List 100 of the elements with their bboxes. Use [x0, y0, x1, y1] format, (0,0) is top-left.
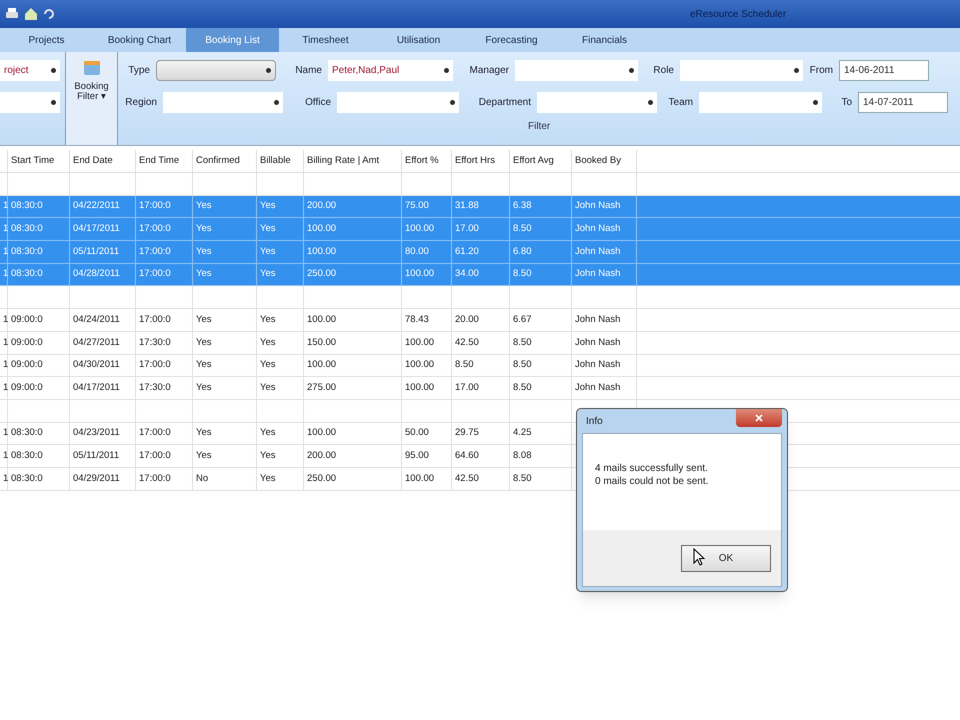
table-cell-text: 100.00	[405, 380, 434, 395]
table-cell-text: Yes	[196, 426, 212, 440]
table-cell-text: 1	[3, 199, 8, 214]
table-cell-text: 100.00	[307, 426, 336, 440]
table-cell: 100.00	[405, 222, 434, 236]
table-cell-text: 09:00:0	[11, 380, 43, 395]
field-label: Role	[652, 64, 675, 78]
dropdown-field[interactable]	[699, 92, 822, 113]
ribbon-tab[interactable]: Forecasting	[465, 28, 558, 52]
table-cell-text: 17:00:0	[139, 426, 171, 440]
column-header[interactable]: End Time	[139, 154, 180, 168]
group-label: Filter	[528, 120, 552, 134]
table-row[interactable]: 1 09:00:0 04/30/2011 17:00:0 Yes Yes 100.00 100.00 8.50 8.50 John Nash	[0, 354, 960, 378]
table-cell-text: 1	[3, 448, 8, 463]
table-cell-text: 04/22/2011	[73, 199, 120, 214]
column-header[interactable]: Start Time	[11, 154, 54, 168]
table-row[interactable]	[0, 286, 960, 310]
table-cell: 42.50	[455, 336, 479, 350]
table-cell-text: 8.50	[513, 380, 532, 395]
table-row[interactable]: 1 09:00:0 04/17/2011 17:30:0 Yes Yes 275.00 100.00 17.00 8.50 John Nash	[0, 377, 960, 400]
table-cell: 1	[3, 222, 8, 236]
table-cell-text: 100.00	[307, 244, 336, 259]
close-button[interactable]	[736, 409, 782, 427]
ribbon-tab[interactable]: Timesheet	[279, 28, 372, 52]
dropdown-field[interactable]	[0, 92, 60, 113]
table-cell-text: 04/17/2011	[73, 380, 120, 395]
dropdown-field[interactable]: Peter,Nad,Paul	[328, 60, 453, 81]
booking-filter-button[interactable]: Booking Filter ▾	[66, 52, 118, 145]
table-cell-text: 04/23/2011	[73, 426, 120, 440]
table-cell-text: 78.43	[405, 312, 429, 327]
table-cell-text: 1	[3, 244, 8, 259]
ok-button[interactable]: OK	[681, 544, 771, 572]
table-cell-text: 6.67	[513, 312, 532, 327]
table-row[interactable]: 1 09:00:0 04/27/2011 17:30:0 Yes Yes 150.00 100.00 42.50 8.50 John Nash	[0, 332, 960, 354]
table-cell: John Nash	[575, 336, 620, 350]
table-cell-text: 08:30:0	[11, 448, 43, 463]
table-cell: 09:00:0	[11, 336, 43, 350]
table-cell-text: Yes	[196, 312, 212, 327]
ribbon-tab[interactable]: Utilisation	[372, 28, 465, 52]
table-cell: Yes	[196, 222, 212, 236]
dropdown-field[interactable]: roject	[0, 60, 60, 81]
refresh-icon[interactable]	[42, 7, 56, 21]
table-cell: 04/29/2011	[73, 472, 120, 486]
dropdown-field[interactable]	[163, 92, 283, 113]
dropdown-field[interactable]	[156, 60, 276, 81]
column-header[interactable]: Booked By	[575, 154, 621, 168]
column-header[interactable]: Billing Rate | Amt	[307, 154, 380, 168]
printer-icon[interactable]	[4, 7, 20, 21]
dialog-message: 0 mails could not be sent.	[595, 475, 710, 488]
table-cell: 09:00:0	[11, 358, 43, 372]
table-cell: 8.50	[513, 472, 532, 486]
table-cell: John Nash	[575, 222, 620, 236]
table-cell-text: 275.00	[307, 380, 336, 395]
dropdown-field[interactable]	[337, 92, 459, 113]
table-cell-text: 100.00	[405, 267, 434, 282]
ribbon-tab[interactable]: Booking Chart	[93, 28, 186, 52]
table-cell: 17.00	[455, 222, 479, 236]
table-cell-text: 34.00	[455, 267, 479, 282]
table-cell-text: 17:00:0	[139, 448, 171, 463]
house-icon[interactable]	[24, 7, 38, 21]
column-header[interactable]: Effort Avg	[513, 154, 554, 168]
table-cell-text: 04/24/2011	[73, 312, 120, 327]
table-cell: 17:30:0	[139, 336, 171, 350]
table-cell: Yes	[260, 222, 276, 236]
ribbon-tab[interactable]: Financials	[558, 28, 651, 52]
table-cell: 42.50	[455, 472, 479, 486]
field-label: Region	[124, 96, 158, 110]
table-cell: 100.00	[307, 358, 336, 372]
column-header[interactable]: Effort %	[405, 154, 439, 168]
table-cell-text: 8.50	[513, 267, 532, 282]
close-icon	[755, 414, 763, 422]
table-cell: Yes	[260, 336, 276, 350]
table-cell: Yes	[260, 358, 276, 372]
table-cell-text: 08:30:0	[11, 244, 43, 259]
column-header[interactable]: Effort Hrs	[455, 154, 495, 168]
column-header[interactable]: Billable	[260, 154, 291, 168]
table-cell-text: John Nash	[575, 244, 620, 259]
column-header[interactable]: End Date	[73, 154, 113, 168]
dropdown-field[interactable]	[680, 60, 803, 81]
column-header[interactable]: Confirmed	[196, 154, 240, 168]
field-value: roject	[4, 64, 28, 78]
date-field[interactable]: 14-06-2011	[839, 60, 929, 81]
field-label: Department	[478, 96, 532, 110]
date-field[interactable]: 14-07-2011	[858, 92, 948, 113]
table-cell: 8.50	[455, 358, 474, 372]
table-cell-text: 29.75	[455, 426, 479, 440]
table-cell: No	[196, 472, 208, 486]
table-cell: 08:30:0	[11, 222, 43, 236]
table-cell-text: 09:00:0	[11, 312, 43, 327]
window-title: eResource Scheduler	[690, 8, 786, 22]
table-cell-text: 31.88	[455, 199, 479, 214]
table-cell-text: 17:00:0	[139, 244, 171, 259]
ribbon-tab[interactable]: Projects	[0, 28, 93, 52]
mouse-cursor-icon	[693, 548, 707, 566]
table-row[interactable]: 1 09:00:0 04/24/2011 17:00:0 Yes Yes 100.00 78.43 20.00 6.67 John Nash	[0, 309, 960, 332]
table-cell-text: Yes	[196, 380, 212, 395]
table-cell: Yes	[196, 336, 212, 350]
table-cell: 17:00:0	[139, 222, 171, 236]
dropdown-field[interactable]	[537, 92, 657, 113]
dropdown-field[interactable]	[515, 60, 638, 81]
